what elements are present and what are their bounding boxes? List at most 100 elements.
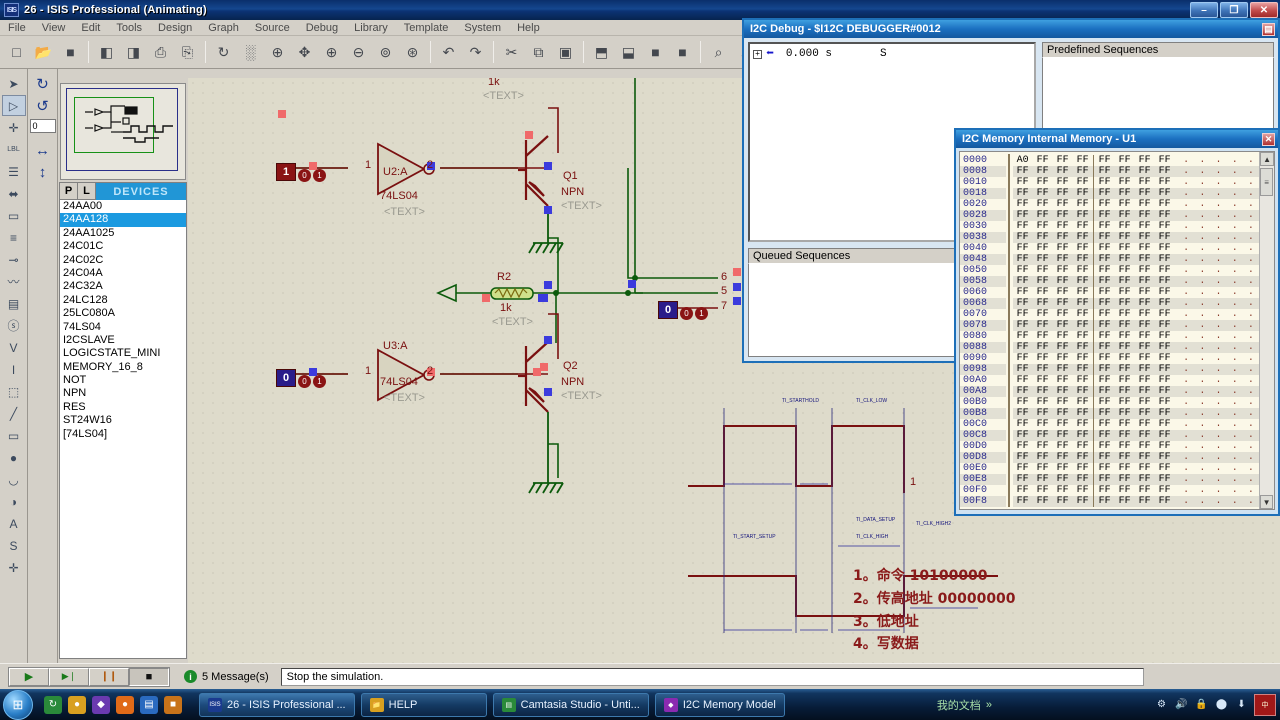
memory-byte[interactable]: FF xyxy=(1115,287,1135,298)
memory-byte[interactable]: FF xyxy=(1115,254,1135,265)
memory-byte[interactable]: FF xyxy=(1135,221,1155,232)
memory-byte[interactable]: FF xyxy=(1013,166,1033,177)
play-button[interactable]: ▶ xyxy=(9,667,49,686)
memory-byte[interactable]: FF xyxy=(1095,166,1115,177)
memory-byte[interactable]: FF xyxy=(1033,243,1053,254)
memory-byte[interactable]: FF xyxy=(1115,397,1135,408)
i2c-debug-restore-icon[interactable]: ▤ xyxy=(1262,22,1275,36)
memory-byte[interactable]: FF xyxy=(1013,298,1033,309)
memory-hex-row[interactable]: FF FF FF FF FF FF FF FF xyxy=(1013,419,1180,430)
memory-hex-row[interactable]: FF FF FF FF FF FF FF FF xyxy=(1013,177,1180,188)
memory-hex-row[interactable]: FF FF FF FF FF FF FF FF xyxy=(1012,408,1180,419)
memory-byte[interactable]: FF xyxy=(1135,232,1155,243)
memory-byte[interactable]: FF xyxy=(1033,210,1053,221)
memory-hex-row[interactable]: FF FF FF FF FF FF FF FF xyxy=(1013,287,1180,298)
device-list-item[interactable]: 24LC128 xyxy=(60,294,186,307)
virtual-instrument-mode[interactable]: ⬚ xyxy=(2,381,26,402)
memory-byte[interactable]: FF xyxy=(1135,441,1155,452)
memory-byte[interactable]: FF xyxy=(1095,199,1115,210)
memory-byte[interactable]: FF xyxy=(1013,254,1033,265)
memory-byte[interactable]: FF xyxy=(1033,463,1053,474)
memory-hex-row[interactable]: FF FF FF FF FF FF FF FF xyxy=(1013,221,1180,232)
memory-byte[interactable]: FF xyxy=(1135,474,1155,485)
memory-byte[interactable]: FF xyxy=(1033,320,1053,331)
text-script-mode[interactable]: ☰ xyxy=(2,161,26,182)
memory-byte[interactable]: FF xyxy=(1013,276,1033,287)
memory-byte[interactable]: FF xyxy=(1053,397,1073,408)
memory-byte[interactable]: FF xyxy=(1095,430,1115,441)
memory-byte[interactable]: FF xyxy=(1115,342,1135,353)
memory-byte[interactable]: FF xyxy=(1053,265,1073,276)
menu-template[interactable]: Template xyxy=(396,20,457,36)
i2c-memory-window[interactable]: I2C Memory Internal Memory - U1 ✕ 0000 00… xyxy=(954,128,1280,516)
memory-byte[interactable]: FF xyxy=(1095,232,1115,243)
step-button[interactable]: ▶❘ xyxy=(49,667,89,686)
memory-byte[interactable]: FF xyxy=(1073,221,1093,232)
memory-hex-row[interactable]: FF FF FF FF FF FF FF FF xyxy=(1013,485,1180,496)
memory-byte[interactable]: FF xyxy=(1135,188,1155,199)
memory-byte[interactable]: FF xyxy=(1115,463,1135,474)
block-move-icon[interactable]: ⬓ xyxy=(616,40,641,65)
memory-byte[interactable]: FF xyxy=(1053,419,1073,430)
block-delete-icon[interactable]: ■ xyxy=(670,40,695,65)
memory-byte[interactable]: FF xyxy=(1053,188,1073,199)
memory-byte[interactable]: FF xyxy=(1013,210,1033,221)
device-list-item[interactable]: ST24W16 xyxy=(60,414,186,427)
memory-byte[interactable]: FF xyxy=(1073,232,1093,243)
memory-byte[interactable]: FF xyxy=(1155,419,1175,430)
memory-byte[interactable]: FF xyxy=(1115,408,1135,419)
menu-file[interactable]: File xyxy=(0,20,34,36)
memory-byte[interactable]: FF xyxy=(1115,243,1135,254)
memory-byte[interactable]: FF xyxy=(1073,353,1093,364)
selection-mode[interactable]: ➤ xyxy=(2,73,26,94)
memory-byte[interactable]: FF xyxy=(1155,474,1175,485)
memory-byte[interactable]: FF xyxy=(1073,320,1093,331)
memory-byte[interactable]: FF xyxy=(1155,430,1175,441)
memory-hex-row[interactable]: FF FF FF FF FF FF FF FF xyxy=(1013,353,1180,364)
rotate-ccw-icon[interactable]: ↺ xyxy=(30,95,56,117)
arc-tool[interactable]: ◡ xyxy=(2,469,26,490)
memory-byte[interactable]: FF xyxy=(1073,474,1093,485)
memory-hex-row[interactable]: FF FF FF FF FF FF FF FF xyxy=(1013,441,1180,452)
memory-byte[interactable]: FF xyxy=(1155,397,1175,408)
memory-byte[interactable]: FF xyxy=(1115,177,1135,188)
memory-byte[interactable]: FF xyxy=(1013,496,1033,507)
memory-byte[interactable]: FF xyxy=(1033,309,1053,320)
memory-byte[interactable]: FF xyxy=(1135,254,1155,265)
memory-byte[interactable]: FF xyxy=(1073,364,1093,375)
memory-byte[interactable]: FF xyxy=(1115,276,1135,287)
memory-byte[interactable]: FF xyxy=(1013,353,1033,364)
memory-byte[interactable]: FF xyxy=(1095,419,1115,430)
memory-byte[interactable]: FF xyxy=(1013,177,1033,188)
memory-byte[interactable]: FF xyxy=(1053,210,1073,221)
bus-mode[interactable]: ⬌ xyxy=(2,183,26,204)
device-list-item[interactable]: MEMORY_16_8 xyxy=(60,361,186,374)
memory-byte[interactable]: FF xyxy=(1013,309,1033,320)
i2c-debug-titlebar[interactable]: I2C Debug - $I12C DEBUGGER#0012 ▤ xyxy=(744,20,1278,38)
memory-byte[interactable]: FF xyxy=(1053,408,1073,419)
memory-byte[interactable]: FF xyxy=(1053,298,1073,309)
memory-byte[interactable]: FF xyxy=(1095,221,1115,232)
mirror-y-icon[interactable]: ↕ xyxy=(30,161,56,183)
memory-hex-row[interactable]: A0 FF FF FF FF FF FF FF xyxy=(1013,155,1180,166)
memory-byte[interactable]: FF xyxy=(1155,386,1175,397)
memory-hex-row[interactable]: FF FF FF FF FF FF FF FF xyxy=(1012,474,1180,485)
new-icon[interactable]: □ xyxy=(4,40,29,65)
logic-state-button[interactable]: 1 xyxy=(313,169,326,182)
memory-byte[interactable]: FF xyxy=(1033,265,1053,276)
memory-byte[interactable]: FF xyxy=(1135,397,1155,408)
memory-byte[interactable]: FF xyxy=(1033,408,1053,419)
zoom-all-icon[interactable]: ⊛ xyxy=(400,40,425,65)
memory-byte[interactable]: FF xyxy=(1033,375,1053,386)
pause-button[interactable]: ❙❙ xyxy=(89,667,129,686)
memory-byte[interactable]: FF xyxy=(1013,287,1033,298)
memory-byte[interactable]: FF xyxy=(1013,452,1033,463)
print-icon[interactable]: ⎙ xyxy=(148,40,173,65)
logic-state-button[interactable]: 0 xyxy=(680,307,693,320)
memory-byte[interactable]: FF xyxy=(1095,287,1115,298)
device-list-item[interactable]: RES xyxy=(60,401,186,414)
explorer-icon[interactable]: ▤ xyxy=(140,695,158,714)
memory-byte[interactable]: FF xyxy=(1053,287,1073,298)
device-list-item[interactable]: 24AA128 xyxy=(60,213,186,227)
memory-byte[interactable]: FF xyxy=(1073,331,1093,342)
